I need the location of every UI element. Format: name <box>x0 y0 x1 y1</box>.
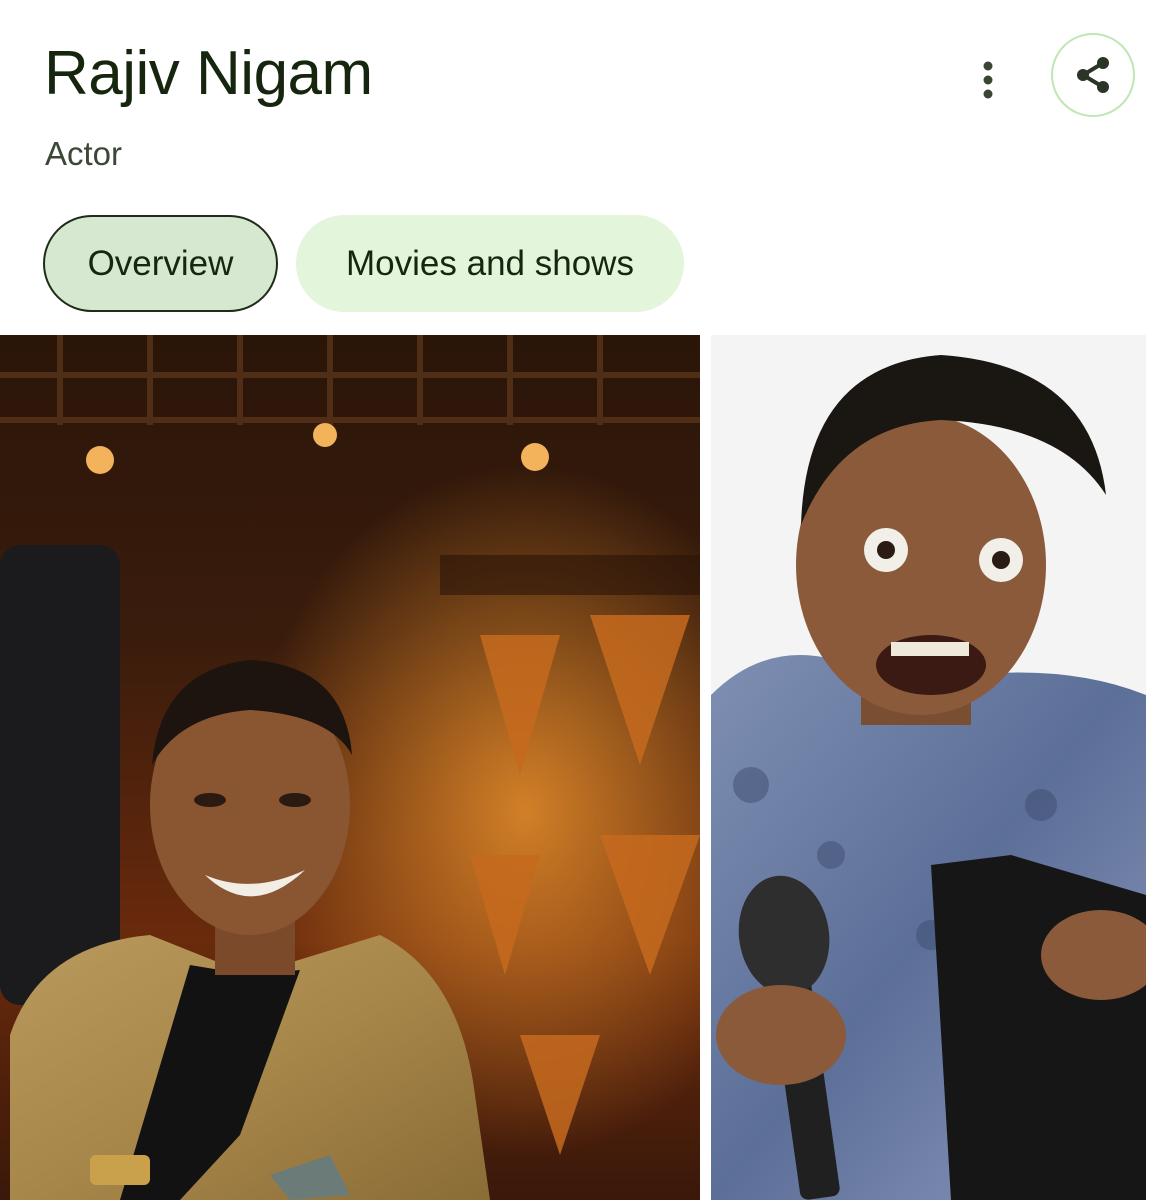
person-photo-1-image <box>0 335 700 1200</box>
person-photo-2[interactable] <box>711 335 1146 1200</box>
person-photo-2-image <box>711 335 1146 1200</box>
tab-movies-and-shows[interactable]: Movies and shows <box>296 215 684 312</box>
share-button[interactable] <box>1051 33 1135 117</box>
page-subtitle: Actor <box>45 135 123 172</box>
share-icon <box>1077 57 1109 93</box>
person-photo-1[interactable] <box>0 335 700 1200</box>
more-vert-icon <box>983 61 993 99</box>
tab-overview[interactable]: Overview <box>43 215 278 312</box>
more-options-button[interactable] <box>964 54 1012 106</box>
tab-movies-and-shows-label: Movies and shows <box>346 243 634 283</box>
page-title: Rajiv Nigam <box>44 39 373 108</box>
tab-overview-label: Overview <box>87 243 234 283</box>
